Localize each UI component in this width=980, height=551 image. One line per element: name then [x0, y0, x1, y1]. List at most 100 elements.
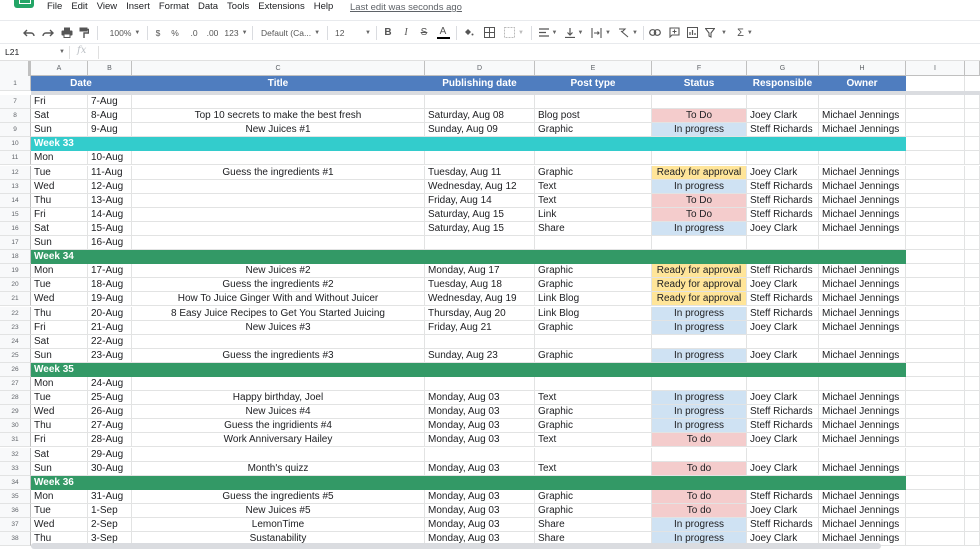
cell-owner[interactable]: Michael Jennings [819, 207, 906, 222]
menu-help[interactable]: Help [314, 1, 334, 12]
empty-cell[interactable] [965, 334, 980, 349]
cell-date[interactable]: 21-Aug [88, 320, 132, 335]
cell-title[interactable]: Guess the ingridients #4 [132, 419, 425, 434]
cell-owner[interactable]: Michael Jennings [819, 109, 906, 124]
cell-status[interactable]: In progress [652, 405, 747, 420]
cell-date[interactable]: 29-Aug [88, 447, 132, 462]
cell-date[interactable]: 10-Aug [88, 151, 132, 166]
empty-cell[interactable] [906, 250, 965, 265]
cell-responsible[interactable]: Steff Richards [747, 489, 819, 504]
menu-edit[interactable]: Edit [71, 1, 87, 12]
cell-status[interactable]: Ready for approval [652, 165, 747, 180]
cell-title[interactable]: How To Juice Ginger With and Without Jui… [132, 292, 425, 307]
row-number[interactable]: 32 [0, 447, 31, 462]
cell-owner[interactable]: Michael Jennings [819, 264, 906, 279]
cell-post-type[interactable]: Share [535, 221, 652, 236]
header-title[interactable]: Title [132, 76, 425, 91]
cell-owner[interactable] [819, 151, 906, 166]
cell-date[interactable]: 26-Aug [88, 405, 132, 420]
borders-icon[interactable] [483, 25, 495, 40]
undo-icon[interactable] [22, 25, 36, 40]
cell-post-type[interactable] [535, 95, 652, 110]
cell-responsible[interactable]: Joey Clark [747, 348, 819, 363]
empty-cell[interactable] [906, 207, 965, 222]
cell-publishing-date[interactable] [425, 236, 535, 251]
cell-post-type[interactable]: Graphic [535, 278, 652, 293]
empty-cell[interactable] [965, 236, 980, 251]
menu-tools[interactable]: Tools [227, 1, 249, 12]
row-number[interactable]: 21 [0, 292, 31, 307]
cell-date[interactable]: 13-Aug [88, 193, 132, 208]
row-number[interactable]: 20 [0, 278, 31, 293]
empty-cell[interactable] [906, 151, 965, 166]
font-family-select[interactable]: Default (Ca... ▼ [261, 25, 323, 40]
menu-view[interactable]: View [97, 1, 117, 12]
cell-post-type[interactable]: Text [535, 193, 652, 208]
cell-day[interactable]: Wed [31, 405, 88, 420]
cell-post-type[interactable] [535, 334, 652, 349]
insert-comment-icon[interactable] [668, 25, 680, 40]
empty-cell[interactable] [906, 433, 965, 448]
cell-title[interactable] [132, 151, 425, 166]
cell-owner[interactable]: Michael Jennings [819, 193, 906, 208]
menu-insert[interactable]: Insert [126, 1, 150, 12]
redo-icon[interactable] [41, 25, 55, 40]
empty-cell[interactable] [906, 236, 965, 251]
empty-cell[interactable] [965, 264, 980, 279]
empty-cell[interactable] [965, 278, 980, 293]
insert-chart-icon[interactable] [686, 25, 698, 40]
cell-responsible[interactable]: Steff Richards [747, 306, 819, 321]
row-number[interactable]: 13 [0, 179, 31, 194]
cell-responsible[interactable]: Joey Clark [747, 109, 819, 124]
column-header-e[interactable]: E [535, 61, 652, 76]
column-header-g[interactable]: G [747, 61, 819, 76]
menu-data[interactable]: Data [198, 1, 218, 12]
row-number[interactable]: 27 [0, 377, 31, 392]
empty-cell[interactable] [906, 123, 965, 138]
empty-cell[interactable] [906, 221, 965, 236]
cell-day[interactable]: Mon [31, 151, 88, 166]
cell-day[interactable]: Mon [31, 377, 88, 392]
cell-title[interactable]: New Juices #2 [132, 264, 425, 279]
empty-cell[interactable] [906, 264, 965, 279]
cell-title[interactable] [132, 377, 425, 392]
cell-post-type[interactable]: Graphic [535, 489, 652, 504]
cell-publishing-date[interactable]: Monday, Aug 03 [425, 405, 535, 420]
empty-cell[interactable] [965, 292, 980, 307]
column-header-h[interactable]: H [819, 61, 906, 76]
cell-publishing-date[interactable]: Tuesday, Aug 11 [425, 165, 535, 180]
cell-owner[interactable]: Michael Jennings [819, 221, 906, 236]
cell-title[interactable]: LemonTime [132, 518, 425, 533]
cell-responsible[interactable] [747, 151, 819, 166]
row-number[interactable]: 22 [0, 306, 31, 321]
empty-cell[interactable] [965, 489, 980, 504]
cell-publishing-date[interactable] [425, 151, 535, 166]
cell-date[interactable]: 2-Sep [88, 518, 132, 533]
last-edit-link[interactable]: Last edit was seconds ago [350, 2, 462, 13]
cell-post-type[interactable]: Link Blog [535, 306, 652, 321]
empty-cell[interactable] [965, 193, 980, 208]
empty-cell[interactable] [965, 207, 980, 222]
cell-title[interactable] [132, 193, 425, 208]
cell-owner[interactable]: Michael Jennings [819, 306, 906, 321]
row-number[interactable]: 30 [0, 419, 31, 434]
empty-cell[interactable] [965, 532, 980, 547]
empty-cell[interactable] [906, 532, 965, 547]
empty-cell[interactable] [965, 306, 980, 321]
strikethrough-button[interactable]: S [419, 25, 429, 40]
week-label[interactable]: Week 35 [31, 362, 906, 377]
text-rotation-icon[interactable]: ▼ [617, 25, 639, 40]
empty-cell[interactable] [965, 362, 980, 377]
cell-publishing-date[interactable]: Saturday, Aug 15 [425, 221, 535, 236]
empty-cell[interactable] [906, 348, 965, 363]
column-header-b[interactable]: B [88, 61, 132, 76]
empty-cell[interactable] [906, 278, 965, 293]
cell-day[interactable]: Sat [31, 447, 88, 462]
cell-title[interactable] [132, 334, 425, 349]
row-number[interactable]: 38 [0, 532, 31, 547]
text-color-button[interactable]: A [436, 25, 450, 40]
row-number[interactable]: 11 [0, 151, 31, 166]
row-number[interactable]: 17 [0, 236, 31, 251]
cell-status[interactable]: To do [652, 503, 747, 518]
cell-post-type[interactable] [535, 151, 652, 166]
